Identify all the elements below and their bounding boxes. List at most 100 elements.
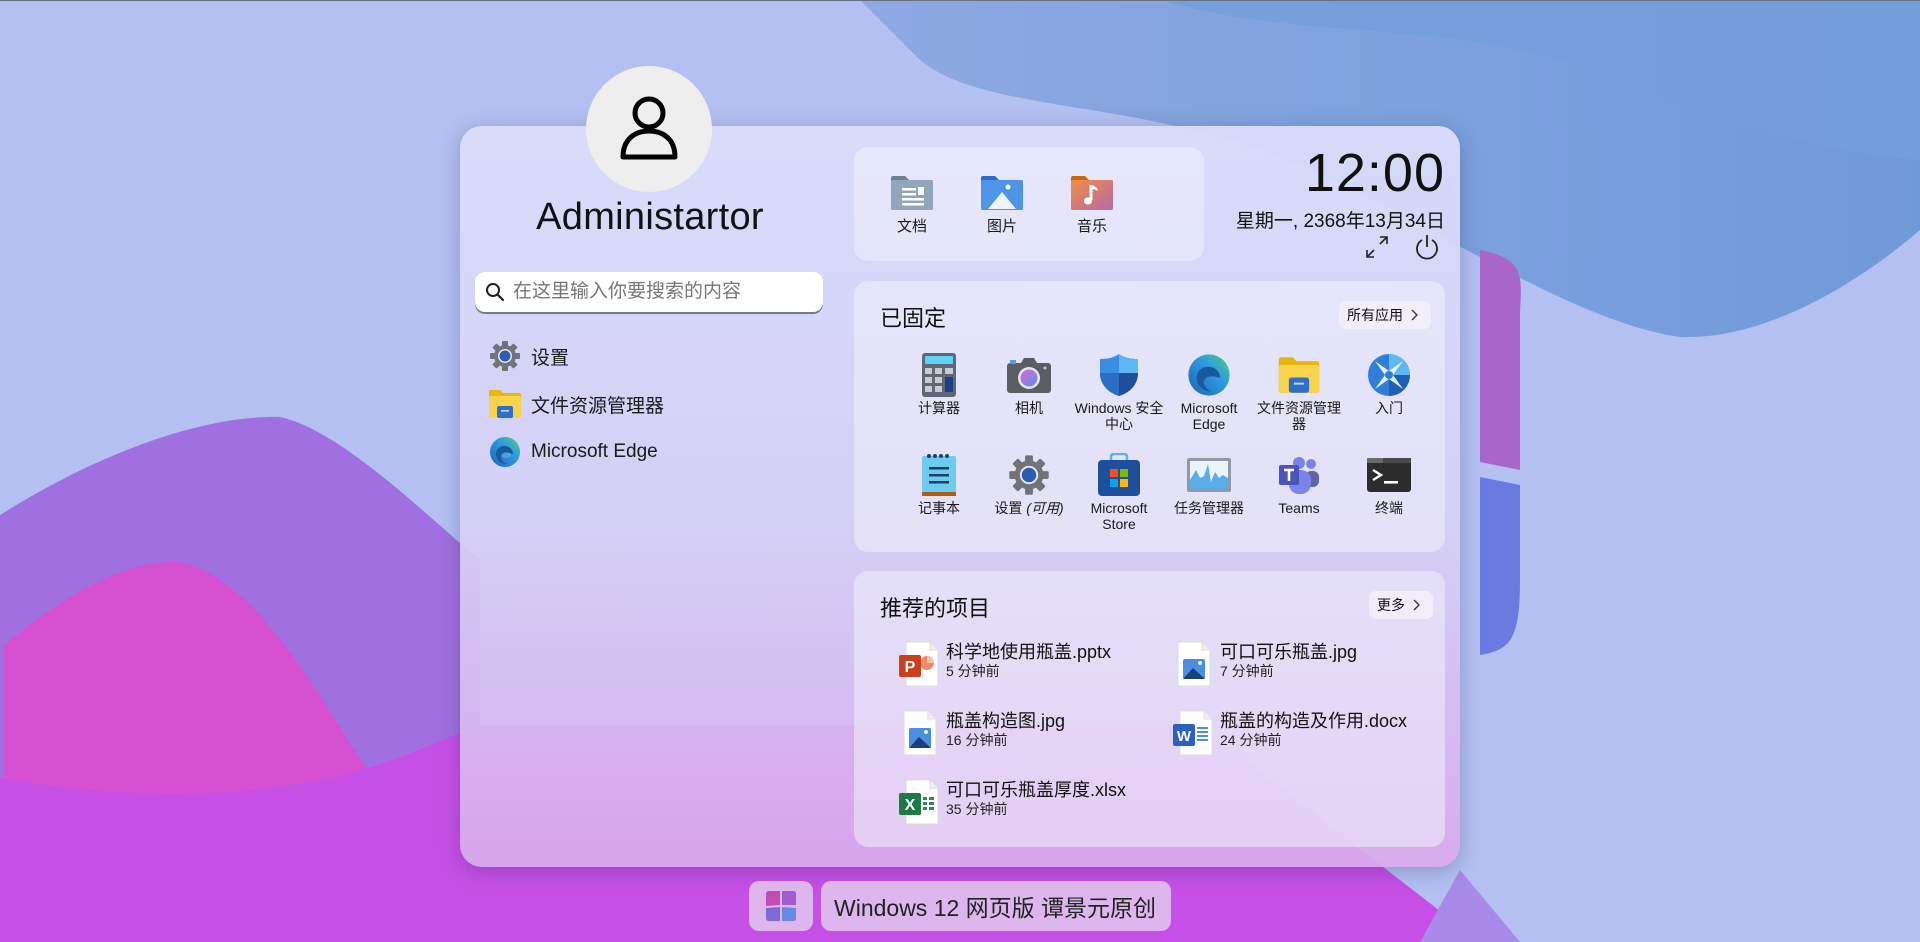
file-time: 7 分钟前 [1220,663,1274,679]
pinned-app-label: 文件资源管理器 [1257,400,1341,432]
camera-icon [1007,358,1051,393]
quick-folder-music[interactable]: 音乐 [1052,175,1132,236]
settings-gear-icon [1009,455,1049,495]
user-icon [620,96,678,160]
pinned-app-label: Microsoft Store [1090,500,1148,532]
file-time: 24 分钟前 [1220,732,1282,748]
quick-folder-label: 文档 [896,218,927,235]
search-input[interactable] [513,281,803,303]
user-avatar[interactable] [586,66,712,192]
file-name: 可口可乐瓶盖厚度.xlsx [946,780,1126,800]
clock-widget: 12:00 星期一, 2368年13月34日 [1236,142,1445,233]
left-item-label: Microsoft Edge [531,441,658,462]
left-item-label: 设置 [531,347,570,369]
svg-text:W: W [1177,728,1192,745]
search-box[interactable] [475,272,823,312]
pinned-app-settings[interactable]: 设置 (可用) [984,453,1074,516]
quick-folder-pictures[interactable]: 图片 [962,175,1042,236]
left-item-settings[interactable]: 设置 [488,332,664,380]
start-controls [1362,232,1442,262]
recent-file[interactable]: 瓶盖构造图.jpg 16 分钟前 [898,710,1065,756]
store-icon [1098,453,1140,496]
left-item-file-explorer[interactable]: 文件资源管理器 [488,380,664,428]
pinned-app-task-manager[interactable]: 任务管理器 [1164,453,1254,516]
file-explorer-icon [1278,357,1320,393]
documents-folder-icon [891,176,933,210]
excel-file-icon: X [899,779,939,825]
powerpoint-file-icon: P [899,641,939,687]
recommended-section: 推荐的项目 更多 P 科学地使用瓶盖.pptx 5 分钟前 可口可乐瓶盖.jpg… [854,571,1445,847]
recent-file[interactable]: X 可口可乐瓶盖厚度.xlsx 35 分钟前 [898,779,1126,825]
edge-icon [1188,354,1230,396]
more-label: 更多 [1377,597,1405,613]
calculator-icon [922,353,956,397]
left-item-label: 文件资源管理器 [531,395,665,417]
pinned-app-edge[interactable]: Microsoft Edge [1164,353,1254,432]
all-apps-label: 所有应用 [1347,307,1403,323]
pinned-app-label: 计算器 [918,400,960,416]
pinned-app-label: Microsoft Edge [1180,400,1238,432]
fullscreen-button[interactable] [1362,232,1392,262]
quick-folder-documents[interactable]: 文档 [872,175,952,236]
pinned-app-camera[interactable]: 相机 [984,353,1074,416]
image-file-icon [903,710,937,756]
user-name: Administartor [536,196,764,238]
image-file-icon [1177,641,1211,687]
svg-text:X: X [905,797,916,814]
pinned-app-label: 相机 [1015,400,1043,416]
wallpaper-shape-purple-right [1480,250,1521,470]
terminal-icon [1367,458,1411,492]
wallpaper-wave-purple-bottom [1420,870,1520,942]
pinned-app-calculator[interactable]: 计算器 [894,353,984,416]
screen-top-border [0,0,1920,1]
word-file-icon: W [1173,710,1213,756]
wallpaper-shape-blue-right [1480,477,1520,655]
pinned-section: 已固定 所有应用 计算器 相机 Windows 安全中心 Microsoft E… [854,281,1445,552]
pinned-app-windows-security[interactable]: Windows 安全中心 [1074,353,1164,432]
file-name: 可口可乐瓶盖.jpg [1220,642,1358,662]
quick-folder-label: 音乐 [1076,218,1107,235]
pictures-folder-icon [981,176,1023,210]
pinned-app-label: 终端 [1375,500,1403,516]
clock-time: 12:00 [1304,143,1445,203]
get-started-icon [1368,354,1410,396]
pinned-app-store[interactable]: Microsoft Store [1074,453,1164,532]
pinned-app-label-suffix: (可用) [1026,500,1064,516]
file-name: 瓶盖的构造及作用.docx [1220,711,1408,731]
recent-file[interactable]: W 瓶盖的构造及作用.docx 24 分钟前 [1172,710,1407,756]
file-name: 瓶盖构造图.jpg [946,711,1066,731]
left-app-list: 设置 文件资源管理器 Microsoft Edge [488,332,664,476]
pinned-app-label: Windows 安全中心 [1074,400,1164,432]
file-time: 5 分钟前 [946,663,1000,679]
pinned-app-notepad[interactable]: 记事本 [894,453,984,516]
pinned-app-file-explorer[interactable]: 文件资源管理器 [1254,353,1344,432]
pinned-app-label: 记事本 [918,500,960,516]
left-item-edge[interactable]: Microsoft Edge [488,428,664,476]
recent-file[interactable]: 可口可乐瓶盖.jpg 7 分钟前 [1172,641,1357,687]
recent-file[interactable]: P 科学地使用瓶盖.pptx 5 分钟前 [898,641,1111,687]
settings-gear-icon [488,339,522,373]
search-icon [486,283,505,302]
start-button[interactable] [749,881,813,931]
file-name: 科学地使用瓶盖.pptx [946,642,1112,662]
pinned-app-teams[interactable]: Teams [1254,453,1344,516]
pinned-app-label: 设置 (可用) [994,500,1064,516]
more-button[interactable]: 更多 [1369,591,1433,619]
notepad-icon [922,454,956,496]
power-icon [1416,235,1438,260]
all-apps-button[interactable]: 所有应用 [1339,301,1431,329]
pinned-app-get-started[interactable]: 入门 [1344,353,1434,416]
pinned-app-label: 入门 [1375,400,1403,416]
music-folder-icon [1071,176,1113,210]
task-manager-icon [1187,458,1231,492]
power-button[interactable] [1412,232,1442,262]
pinned-app-terminal[interactable]: 终端 [1344,453,1434,516]
edge-icon [488,435,522,469]
recommended-title: 推荐的项目 [880,596,991,621]
expand-icon [1366,236,1388,258]
quick-folder-label: 图片 [986,218,1017,235]
windows-logo-icon [766,891,796,921]
file-time: 16 分钟前 [946,732,1008,748]
chevron-right-icon [1411,309,1418,321]
taskbar-title: Windows 12 网页版 谭景元原创 [821,881,1171,931]
